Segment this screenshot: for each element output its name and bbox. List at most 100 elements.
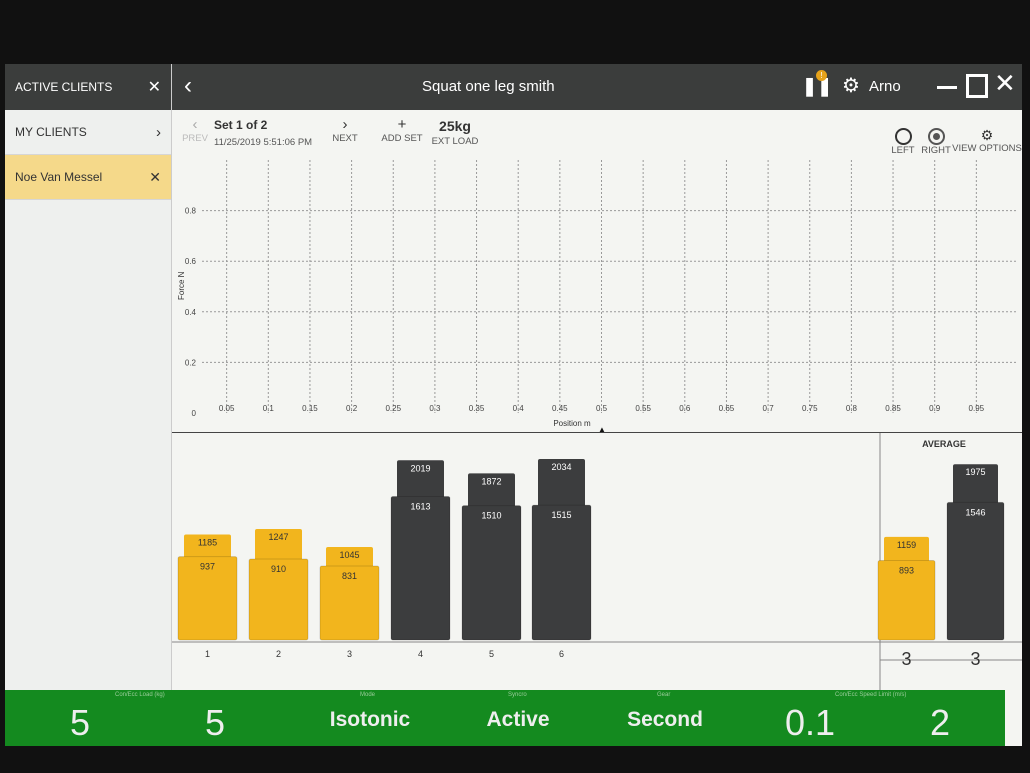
minimize-icon[interactable] [937,86,957,89]
x-tick-label: 0.85 [885,404,901,413]
bar-concentric [390,495,451,641]
ext-load-button[interactable]: 25kg EXT LOAD [430,118,480,147]
bar-value-label: 1975 [965,467,985,477]
left-radio[interactable]: LEFT [888,128,918,156]
title-bar: ‹ Squat one leg smith ❚❚ ! ⚙ Arno ✕ [172,64,1022,110]
close-window-icon[interactable]: ✕ [994,68,1016,99]
bar-value-label: 1510 [481,511,501,521]
x-tick-label: 0.2 [346,404,358,413]
plus-icon: + [397,116,407,133]
radio-selected-icon [927,128,945,145]
y-axis-label: Force N [177,271,186,300]
load-label: Con/Ecc Load (kg) [115,692,165,698]
ecc-speed-value[interactable]: 2 [915,702,965,744]
set-timestamp: 11/25/2019 5:51:06 PM [214,137,313,148]
next-button[interactable]: › NEXT [330,116,360,144]
syncro-label: Syncro [508,692,527,698]
category-label: 3 [901,649,911,669]
con-load-value[interactable]: 5 [55,702,105,744]
reps-bar-chart: 1185 937 1 1247 910 2 1045 831 3 2019 1613 4 1872 151… [172,432,1022,691]
prev-label: PREV [182,133,208,144]
x-tick-label: 0.35 [469,404,485,413]
gear-icon: ⚙ [980,127,994,143]
bar-value-label: 1045 [339,550,359,560]
view-options-button[interactable]: ⚙ VIEW OPTIONS [952,127,1022,155]
x-axis-label: Position m [553,419,591,428]
category-label: 5 [489,649,494,659]
category-label: 4 [418,649,423,659]
bar-value-label: 1546 [965,507,985,517]
bar-value-label: 1872 [481,476,501,486]
position-marker-icon: ▲ [598,425,606,432]
x-tick-label: 0.7 [763,404,775,413]
sidebar-header: ACTIVE CLIENTS ✕ [5,64,171,110]
x-tick-label: 0.95 [969,404,985,413]
maximize-icon[interactable] [966,74,988,98]
bar-value-label: 831 [342,571,357,581]
add-set-label: ADD SET [381,133,423,144]
back-icon[interactable]: ‹ [184,72,192,100]
set-info: Set 1 of 2 11/25/2019 5:51:06 PM [214,118,312,148]
user-name[interactable]: Arno [869,78,901,95]
x-tick-label: 0.9 [929,404,941,413]
force-position-chart: 0.05 0.1 0.15 0.2 0.25 0.3 0.35 0.4 0.45 0.5 0.55 0… [177,160,1018,432]
x-tick-label: 0.75 [802,404,818,413]
sidebar-title: ACTIVE CLIENTS [15,80,113,94]
speed-label: Con/Ecc Speed Limit (m/s) [835,692,907,698]
gear-icon[interactable]: ⚙ [842,73,860,98]
mode-value[interactable]: Isotonic [310,708,430,732]
category-label: 2 [276,649,281,659]
sidebar: ACTIVE CLIENTS ✕ MY CLIENTS › Noe Van Mess… [5,64,172,746]
y-tick-label: 0.4 [185,308,197,317]
bar-concentric [461,505,522,641]
bar-value-label: 937 [200,562,215,572]
x-tick-label: 0.5 [596,404,608,413]
x-tick-label: 0.3 [429,404,441,413]
x-tick-label: 0.45 [552,404,568,413]
close-icon[interactable]: ✕ [148,77,161,97]
x-tick-label: 0.05 [219,404,235,413]
sidebar-item-label: Noe Van Messel [15,170,103,184]
prev-button[interactable]: ‹ PREV [180,116,210,144]
sidebar-item-client[interactable]: Noe Van Messel ✕ [5,155,171,200]
x-tick-label: 0.4 [513,404,525,413]
left-label: LEFT [891,145,915,156]
bar-value-label: 1247 [268,532,288,542]
average-title: AVERAGE [922,439,966,449]
sidebar-item-my-clients[interactable]: MY CLIENTS › [5,110,171,155]
set-label: Set 1 of 2 [214,118,268,132]
x-tick-label: 0.1 [263,404,275,413]
app-screen: ACTIVE CLIENTS ✕ MY CLIENTS › Noe Van Mess… [5,64,1022,746]
bar-value-label: 910 [271,564,286,574]
ecc-load-value[interactable]: 5 [190,702,240,744]
y-tick-label: 0.2 [185,358,197,367]
x-tick-label: 0.55 [635,404,651,413]
bar-concentric [531,504,592,641]
bar-value-label: 1185 [198,538,217,548]
bar-value-label: 893 [899,566,914,576]
radio-empty-icon [894,128,912,145]
chevron-left-icon: ‹ [192,116,198,133]
chevron-right-icon: › [156,123,161,141]
close-icon[interactable]: ✕ [149,169,161,186]
con-speed-value[interactable]: 0.1 [775,702,845,744]
mode-label: Mode [360,692,376,698]
ext-load-value: 25kg [439,118,471,134]
x-tick-label: 0.15 [302,404,318,413]
right-radio[interactable]: RIGHT [916,128,956,156]
right-label: RIGHT [921,145,951,156]
ext-load-label: EXT LOAD [431,136,479,147]
alert-badge: ! [816,70,827,81]
next-label: NEXT [332,133,358,144]
y-tick-label: 0.6 [185,257,197,266]
category-label: 6 [559,649,564,659]
add-set-button[interactable]: + ADD SET [377,116,427,144]
bar-concentric [946,501,1005,641]
category-label: 3 [970,649,980,669]
gear-value[interactable]: Second [605,708,725,732]
syncro-value[interactable]: Active [458,708,578,732]
x-tick-label: 0.6 [679,404,691,413]
page-title: Squat one leg smith [422,78,555,95]
sidebar-item-label: MY CLIENTS [15,125,87,139]
view-options-label: VIEW OPTIONS [952,143,1022,154]
